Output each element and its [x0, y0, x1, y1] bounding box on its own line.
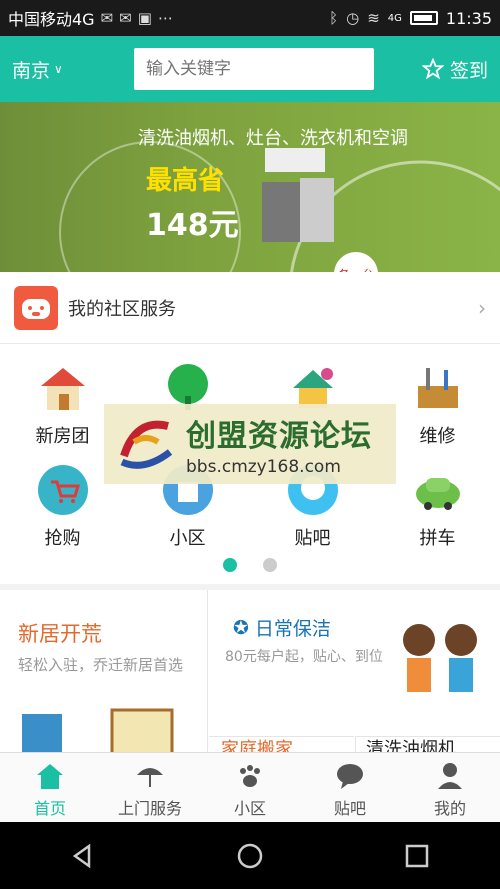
wifi-icon: ≋ — [367, 9, 380, 27]
tab-home[interactable]: 首页 — [0, 753, 100, 822]
carrier-label: 中国移动4G — [8, 10, 95, 29]
bottom-tab-bar: 首页 上门服务 小区 贴吧 我的 — [0, 752, 500, 822]
tab-label: 小区 — [233, 799, 266, 818]
home-nav-icon[interactable] — [236, 842, 264, 870]
pig-icon — [22, 298, 50, 319]
bluetooth-icon: ᛒ — [329, 9, 339, 27]
status-bar: 中国移动4G ✉ ✉ ▣ ⋯ ᛒ ◷ ≋ 4G 11:35 — [0, 0, 500, 36]
clock: 11:35 — [445, 8, 492, 28]
tab-label: 首页 — [33, 799, 66, 818]
house-icon — [40, 368, 85, 410]
signin-label: 签到 — [449, 59, 488, 82]
city-selector[interactable]: 南京 ∨ — [12, 56, 122, 83]
card-title: 日常保洁 — [254, 618, 331, 640]
system-nav-bar — [0, 822, 500, 889]
chat-icon — [337, 764, 363, 789]
mail-icon: ✉ — [119, 9, 132, 27]
tab-label: 贴吧 — [333, 799, 366, 818]
pager-dot[interactable] — [223, 558, 237, 572]
back-icon[interactable] — [69, 842, 97, 870]
city-label: 南京 — [12, 59, 51, 82]
alarm-icon: ◷ — [346, 9, 360, 27]
signin-button[interactable]: 签到 — [421, 56, 488, 83]
cart-icon — [37, 465, 88, 515]
chevron-down-icon: ∨ — [54, 62, 63, 76]
pager-dot[interactable] — [263, 558, 277, 572]
watermark-url: bbs.cmzy168.com — [186, 457, 341, 477]
promo-banner[interactable]: 清洗油烟机、灶台、洗衣机和空调 最高省 148元 各一台 — [0, 102, 500, 272]
tab-label: 上门服务 — [117, 799, 182, 818]
service-label: 小区 — [169, 528, 206, 549]
pager-dots — [0, 558, 500, 572]
battery-icon — [409, 11, 438, 25]
card-subtitle: 轻松入驻，乔迁新居首选 — [18, 656, 184, 674]
ribbon-icon: ✪ — [233, 616, 249, 639]
search-input[interactable] — [146, 59, 365, 79]
daily-cleaning-card[interactable]: ✪ 日常保洁 80元每户起，贴心、到位 家庭搬家 清洗油烟机 — [209, 590, 500, 756]
banner-headline: 清洗油烟机、灶台、洗衣机和空调 — [138, 128, 408, 149]
paw-icon — [240, 765, 260, 787]
card-title: 新居开荒 — [18, 622, 102, 646]
image-icon: ▣ — [137, 9, 152, 27]
community-logo — [14, 285, 58, 330]
watermark-title: 创盟资源论坛 — [186, 419, 372, 454]
toolbox-icon — [417, 368, 458, 408]
forum-logo-icon — [120, 420, 173, 469]
community-service-row[interactable]: 我的社区服务 › — [0, 272, 500, 344]
recents-icon[interactable] — [403, 842, 431, 870]
car-icon — [415, 478, 460, 510]
service-label: 拼车 — [419, 528, 456, 549]
feature-cards: 新居开荒 轻松入驻，乔迁新居首选 ✪ 日常保洁 80元每户起，贴心、到位 家庭搬… — [0, 590, 500, 758]
search-bar[interactable] — [134, 48, 374, 90]
card-title-row: ✪ 日常保洁 — [233, 614, 331, 641]
network-label: 4G — [387, 12, 402, 24]
cleaners-illustration — [403, 624, 477, 692]
chevron-right-icon: › — [478, 295, 486, 320]
service-label: 贴吧 — [294, 528, 331, 549]
card-illustration — [22, 708, 174, 758]
tab-forum[interactable]: 贴吧 — [300, 753, 400, 822]
banner-price: 148元 — [146, 208, 239, 243]
community-label: 我的社区服务 — [68, 298, 176, 320]
card-subtitle: 80元每户起，贴心、到位 — [225, 649, 383, 665]
tab-home-service[interactable]: 上门服务 — [100, 753, 200, 822]
move-in-cleaning-card[interactable]: 新居开荒 轻松入驻，乔迁新居首选 — [0, 590, 208, 758]
star-icon — [421, 58, 444, 80]
watermark: 创盟资源论坛 bbs.cmzy168.com — [104, 404, 396, 484]
banner-promo: 最高省 — [146, 166, 225, 196]
tab-label: 我的 — [433, 799, 466, 818]
mail-icon: ✉ — [100, 9, 114, 27]
app-header: 南京 ∨ 签到 — [0, 36, 500, 102]
user-icon — [438, 763, 462, 789]
tab-profile[interactable]: 我的 — [400, 753, 500, 822]
tab-community[interactable]: 小区 — [200, 753, 300, 822]
service-label: 抢购 — [44, 528, 81, 549]
umbrella-icon — [137, 768, 163, 787]
more-icon: ⋯ — [157, 9, 173, 27]
home-icon — [37, 764, 63, 789]
